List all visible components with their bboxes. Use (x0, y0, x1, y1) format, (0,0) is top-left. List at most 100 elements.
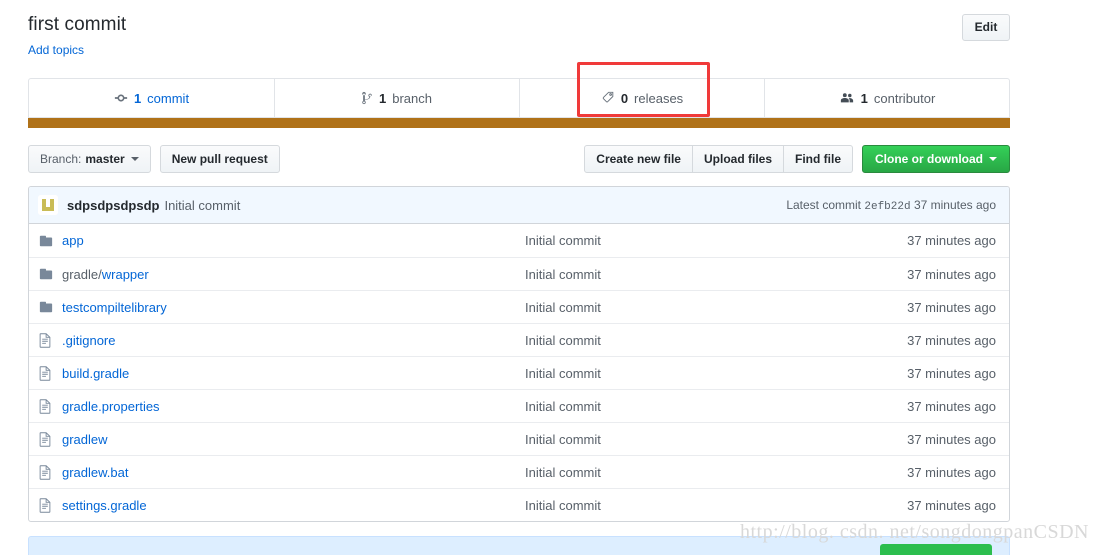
table-row: gradlew Initial commit 37 minutes ago (29, 422, 1009, 455)
file-commit-message: Initial commit (525, 233, 840, 248)
commit-message-link[interactable]: Initial commit (164, 198, 240, 213)
bottom-green-button[interactable] (880, 544, 992, 555)
file-commit-message: Initial commit (525, 300, 840, 315)
commit-icon (114, 91, 128, 105)
folder-icon (38, 300, 60, 314)
repo-toolbar: Branch: master New pull request Create n… (28, 145, 1010, 173)
stat-commits-count: 1 (133, 90, 142, 106)
file-commit-age: 37 minutes ago (907, 431, 996, 447)
file-name-cell: app (60, 233, 525, 248)
file-link[interactable]: testcompiltelibrary (62, 300, 167, 315)
file-icon (38, 497, 60, 513)
file-link[interactable]: gradlew (62, 432, 108, 447)
avatar (38, 195, 58, 215)
stat-contributors[interactable]: 1 contributor (764, 79, 1009, 117)
create-new-file-button[interactable]: Create new file (584, 145, 693, 173)
stats-row: 1 commit 1 branch 0 releases 1 contribut… (28, 78, 1010, 118)
toolbar-left-group: Branch: master New pull request (28, 145, 280, 173)
find-file-button[interactable]: Find file (784, 145, 853, 173)
repository-page: first commit Add topics Edit 1 commit 1 … (0, 0, 1111, 555)
file-link[interactable]: app (62, 233, 84, 248)
upload-files-button[interactable]: Upload files (692, 145, 784, 173)
latest-commit-meta: Latest commit 2efb22d 37 minutes ago (786, 198, 1000, 213)
file-commit-message-link[interactable]: Initial commit (525, 399, 601, 414)
latest-commit-header: sdpsdpsdpsdp Initial commit Latest commi… (29, 187, 1009, 224)
file-commit-age: 37 minutes ago (907, 365, 996, 381)
chevron-down-icon (130, 157, 139, 161)
file-commit-message-link[interactable]: Initial commit (525, 366, 601, 381)
chevron-down-icon (989, 157, 997, 161)
file-commit-age: 37 minutes ago (907, 233, 996, 248)
table-row: build.gradle Initial commit 37 minutes ago (29, 356, 1009, 389)
file-commit-message-link[interactable]: Initial commit (525, 498, 601, 513)
file-path-prefix: gradle/ (62, 266, 102, 282)
file-name-cell: gradle.properties (60, 399, 525, 414)
file-name-cell: gradlew (60, 432, 525, 447)
file-listing: sdpsdpsdpsdp Initial commit Latest commi… (28, 186, 1010, 522)
file-commit-message: Initial commit (525, 465, 840, 480)
add-topics-link[interactable]: Add topics (28, 43, 84, 57)
branch-prefix-label: Branch: (40, 152, 82, 166)
tag-icon (601, 91, 615, 105)
file-link[interactable]: gradle/wrapper (62, 267, 149, 282)
file-commit-message: Initial commit (525, 366, 840, 381)
file-icon (38, 431, 60, 447)
bottom-info-panel (28, 536, 1010, 555)
commit-author-link[interactable]: sdpsdpsdpsdp (67, 198, 159, 213)
file-icon (38, 332, 60, 348)
toolbar-right-group: Create new file Upload files Find file C… (584, 145, 1010, 173)
file-link[interactable]: gradlew.bat (62, 465, 129, 480)
branch-icon (362, 91, 373, 105)
table-row: .gitignore Initial commit 37 minutes ago (29, 323, 1009, 356)
file-name-cell: gradle/wrapper (60, 267, 525, 282)
file-link[interactable]: .gitignore (62, 333, 115, 348)
file-name-cell: .gitignore (60, 333, 525, 348)
file-name-cell: gradlew.bat (60, 465, 525, 480)
file-commit-age: 37 minutes ago (907, 332, 996, 348)
file-icon (38, 398, 60, 414)
folder-icon (38, 234, 60, 248)
clone-or-download-button[interactable]: Clone or download (862, 145, 1010, 173)
commit-sha[interactable]: 2efb22d (864, 201, 910, 213)
file-icon (38, 365, 60, 381)
new-pull-request-button[interactable]: New pull request (159, 145, 280, 173)
stat-branches[interactable]: 1 branch (274, 79, 519, 117)
clone-or-download-label: Clone or download (875, 152, 983, 166)
file-link[interactable]: build.gradle (62, 366, 129, 381)
file-link[interactable]: settings.gradle (62, 498, 147, 513)
stat-commits[interactable]: 1 commit (29, 79, 274, 117)
file-commit-message: Initial commit (525, 498, 840, 513)
file-icon (38, 464, 60, 480)
file-name-cell: build.gradle (60, 366, 525, 381)
file-link[interactable]: gradle.properties (62, 399, 160, 414)
file-commit-message: Initial commit (525, 333, 840, 348)
repo-header: first commit Add topics Edit (28, 10, 1010, 62)
stat-releases-count: 0 (620, 90, 629, 106)
branch-selector-button[interactable]: Branch: master (28, 145, 151, 173)
latest-commit-age: 37 minutes ago (913, 197, 996, 212)
table-row: gradle.properties Initial commit 37 minute… (29, 389, 1009, 422)
file-commit-age: 37 minutes ago (907, 299, 996, 315)
stat-contributors-count: 1 (860, 90, 868, 106)
stat-releases[interactable]: 0 releases (519, 79, 764, 117)
file-commit-age: 37 minutes ago (907, 497, 996, 513)
file-commit-message: Initial commit (525, 399, 840, 414)
folder-icon (38, 267, 60, 281)
contributors-icon (839, 91, 855, 105)
edit-button[interactable]: Edit (962, 14, 1010, 41)
stat-contributors-label: contributor (873, 90, 936, 106)
file-name-cell: settings.gradle (60, 498, 525, 513)
file-commit-message-link[interactable]: Initial commit (525, 465, 601, 480)
file-commit-message-link[interactable]: Initial commit (525, 267, 601, 282)
file-commit-message: Initial commit (525, 432, 840, 447)
repo-stats-bar: 1 commit 1 branch 0 releases 1 contribut… (28, 78, 1010, 128)
stat-branches-label: branch (392, 90, 432, 106)
table-row: gradlew.bat Initial commit 37 minutes ago (29, 455, 1009, 488)
file-commit-message-link[interactable]: Initial commit (525, 300, 601, 315)
stat-releases-label: releases (634, 90, 684, 106)
file-commit-message-link[interactable]: Initial commit (525, 432, 601, 447)
page-title: first commit (28, 14, 127, 35)
file-commit-message-link[interactable]: Initial commit (525, 233, 601, 248)
file-commit-message-link[interactable]: Initial commit (525, 333, 601, 348)
file-commit-age: 37 minutes ago (907, 398, 996, 414)
